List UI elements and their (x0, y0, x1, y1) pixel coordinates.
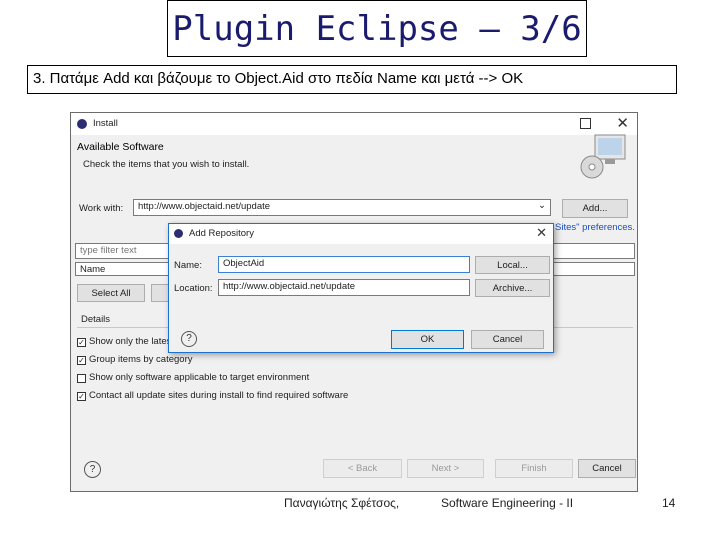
details-label: Details (81, 314, 111, 325)
checkbox[interactable] (77, 374, 86, 383)
option-label: Show only software applicable to target … (89, 372, 310, 383)
help-icon[interactable]: ? (181, 331, 197, 347)
install-heading: Available Software (77, 141, 164, 153)
help-icon[interactable]: ? (84, 461, 101, 478)
page-number: 14 (662, 496, 676, 510)
back-button-label: < Back (347, 463, 378, 474)
select-all-label: Select All (91, 287, 131, 299)
finish-button[interactable]: Finish (495, 459, 573, 478)
filter-placeholder: type filter text (80, 245, 137, 256)
slide-title: Plugin Eclipse – 3/6 (167, 0, 587, 57)
install-banner-icon (579, 133, 629, 179)
close-icon[interactable]: ✕ (616, 114, 629, 132)
dialog-titlebar: Add Repository ✕ (169, 224, 553, 244)
add-button[interactable]: Add... (562, 199, 628, 218)
dialog-title: Add Repository (189, 228, 254, 239)
checkbox[interactable]: ✓ (77, 338, 86, 347)
name-label: Name: (174, 260, 202, 271)
name-input[interactable]: ObjectAid (218, 256, 470, 273)
archive-button-label: Archive... (492, 282, 533, 294)
option-row[interactable]: ✓ Group items by category (77, 354, 577, 367)
option-label: Group items by category (89, 354, 193, 365)
install-window-titlebar: Install ✕ (71, 113, 637, 135)
local-button-label: Local... (497, 259, 528, 271)
install-window-title: Install (93, 118, 118, 129)
checkbox[interactable]: ✓ (77, 392, 86, 401)
eclipse-icon (174, 229, 183, 238)
add-button-label: Add... (582, 203, 608, 214)
slide-title-text: Plugin Eclipse – 3/6 (172, 8, 582, 49)
work-with-combo[interactable]: http://www.objectaid.net/update ⌄ (133, 199, 551, 216)
option-label: Contact all update sites during install … (89, 390, 349, 401)
instruction-box: 3. Πατάμε Add και βάζουμε το Object.Aid … (27, 65, 677, 94)
install-subheading: Check the items that you wish to install… (83, 159, 250, 170)
ok-button[interactable]: OK (391, 330, 464, 349)
archive-button[interactable]: Archive... (475, 279, 550, 297)
dialog-cancel-button[interactable]: Cancel (471, 330, 544, 349)
footer-course: Software Engineering - II (441, 496, 574, 510)
back-button[interactable]: < Back (323, 459, 402, 478)
eclipse-icon (77, 119, 87, 129)
preferences-link[interactable]: Sites" preferences. (555, 222, 635, 233)
dialog-cancel-label: Cancel (492, 334, 523, 345)
location-value: http://www.objectaid.net/update (223, 281, 356, 292)
finish-button-label: Finish (521, 463, 547, 474)
cancel-button[interactable]: Cancel (578, 459, 636, 478)
cancel-button-label: Cancel (592, 463, 622, 474)
select-all-button[interactable]: Select All (77, 284, 145, 302)
work-with-value: http://www.objectaid.net/update (138, 201, 271, 212)
close-icon[interactable]: ✕ (536, 225, 547, 241)
next-button-label: Next > (431, 463, 460, 474)
location-input[interactable]: http://www.objectaid.net/update (218, 279, 470, 296)
local-button[interactable]: Local... (475, 256, 550, 274)
option-row[interactable]: Show only software applicable to target … (77, 372, 577, 385)
instruction-text: 3. Πατάμε Add και βάζουμε το Object.Aid … (33, 70, 524, 87)
checkbox[interactable]: ✓ (77, 356, 86, 365)
work-with-label: Work with: (79, 203, 124, 214)
location-label: Location: (174, 283, 213, 294)
option-row[interactable]: ✓ Contact all update sites during instal… (77, 390, 577, 403)
maximize-icon[interactable] (580, 118, 591, 129)
add-repository-dialog: Add Repository ✕ Name: ObjectAid Local..… (168, 223, 554, 353)
ok-button-label: OK (420, 334, 435, 345)
column-name-header: Name (80, 264, 106, 275)
footer-author: Παναγιώτης Σφέτσος, (284, 496, 400, 510)
next-button[interactable]: Next > (407, 459, 484, 478)
name-value: ObjectAid (223, 258, 265, 269)
chevron-down-icon: ⌄ (538, 200, 546, 211)
